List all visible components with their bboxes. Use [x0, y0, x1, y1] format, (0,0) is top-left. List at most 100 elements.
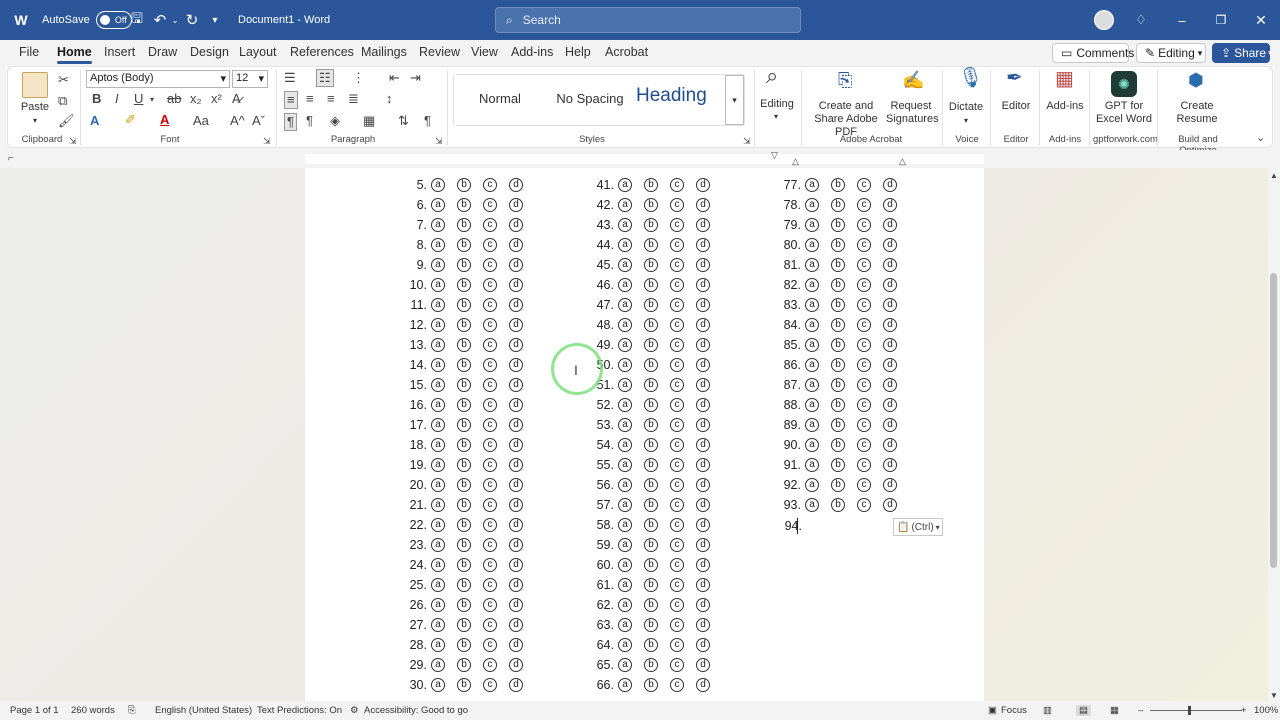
zoom-slider[interactable]	[1150, 710, 1242, 711]
answer-row[interactable]: 84. a b c d	[771, 315, 897, 335]
tab-home[interactable]: Home	[57, 45, 92, 64]
answer-row[interactable]: 83. a b c d	[771, 295, 897, 315]
comments-button[interactable]: ▭ Comments	[1052, 43, 1134, 63]
zoom-slider-thumb[interactable]	[1188, 706, 1191, 715]
answer-row[interactable]: 54. a b c d	[584, 435, 710, 455]
tab-selector-icon[interactable]: ⌐	[8, 151, 14, 167]
answer-row[interactable]: 59. a b c d	[584, 535, 710, 555]
justify-icon[interactable]: ≣	[348, 91, 359, 107]
tab-add-ins[interactable]: Add-ins	[511, 45, 553, 59]
language[interactable]: English (United States)	[155, 705, 252, 716]
answer-row[interactable]: 21. a b c d	[397, 495, 523, 515]
avatar[interactable]	[1093, 0, 1115, 40]
multilevel-list-icon[interactable]: ⋮	[352, 70, 365, 86]
customize-icon[interactable]: ▾	[209, 0, 221, 40]
shading-icon[interactable]: ◈	[330, 113, 340, 129]
change-case-icon[interactable]: Aa	[193, 113, 209, 129]
decrease-indent-icon[interactable]: ⇤	[389, 70, 400, 86]
clipboard-icon[interactable]	[22, 72, 48, 98]
bold-icon[interactable]: B	[92, 91, 101, 107]
tab-acrobat[interactable]: Acrobat	[605, 45, 648, 59]
find-icon[interactable]: ⌕	[766, 65, 778, 87]
request-signatures-button[interactable]: Request Signatures	[886, 100, 939, 126]
scroll-up-icon[interactable]: ▲	[1270, 168, 1278, 184]
align-right-icon[interactable]: ≡	[327, 91, 335, 107]
accessibility-status[interactable]: Accessibility: Good to go	[364, 705, 468, 716]
styles-dialog-launcher-icon[interactable]: ⇲	[743, 133, 751, 149]
answer-row[interactable]: 88. a b c d	[771, 395, 897, 415]
autosave-toggle[interactable]: AutoSave Off	[42, 0, 132, 40]
gpt-for-excel-word-button[interactable]: GPT for Excel Word	[1094, 100, 1154, 126]
rtl-icon[interactable]: ¶	[306, 113, 313, 129]
answer-row[interactable]: 27. a b c d	[397, 615, 523, 635]
page-count[interactable]: Page 1 of 1	[10, 705, 59, 716]
answer-row[interactable]: 45. a b c d	[584, 255, 710, 275]
answer-row[interactable]: 20. a b c d	[397, 475, 523, 495]
answer-row[interactable]: 14. a b c d	[397, 355, 523, 375]
answer-row[interactable]: 63. a b c d	[584, 615, 710, 635]
print-layout-icon[interactable]: ▤	[1076, 705, 1091, 716]
borders-icon[interactable]: ▦	[363, 113, 375, 129]
right-indent-icon[interactable]: △	[899, 153, 906, 169]
italic-icon[interactable]: I	[115, 91, 119, 107]
font-dialog-launcher-icon[interactable]: ⇲	[263, 133, 271, 149]
answer-row[interactable]: 56. a b c d	[584, 475, 710, 495]
show-formatting-icon[interactable]: ¶	[424, 113, 431, 129]
paste-options-button[interactable]: 📋 (Ctrl) ▾	[893, 518, 943, 536]
answer-row[interactable]: 28. a b c d	[397, 635, 523, 655]
answer-row[interactable]: 93. a b c d	[771, 495, 897, 515]
restore-icon[interactable]: ❐	[1214, 0, 1228, 40]
hanging-indent-icon[interactable]: △	[792, 153, 799, 169]
minimize-icon[interactable]: –	[1175, 0, 1189, 40]
add-ins-button[interactable]: Add-ins	[1044, 100, 1086, 113]
tab-design[interactable]: Design	[190, 45, 229, 59]
answer-row[interactable]: 15. a b c d	[397, 375, 523, 395]
word-count[interactable]: 260 words	[71, 705, 115, 716]
answer-row[interactable]: 91. a b c d	[771, 455, 897, 475]
answer-row[interactable]: 16. a b c d	[397, 395, 523, 415]
search-input[interactable]: ⌕ Search	[495, 7, 801, 33]
answer-row[interactable]: 42. a b c d	[584, 195, 710, 215]
answer-row[interactable]: 61. a b c d	[584, 575, 710, 595]
close-icon[interactable]: ✕	[1254, 0, 1268, 40]
answer-row[interactable]: 50. a b c d	[584, 355, 710, 375]
underline-icon[interactable]: U	[134, 91, 143, 107]
answer-row[interactable]: 65. a b c d	[584, 655, 710, 675]
answer-row[interactable]: 11. a b c d	[397, 295, 523, 315]
editing-mode-button[interactable]: ✎ Editing ▾	[1136, 43, 1206, 63]
read-mode-icon[interactable]: ▥	[1043, 705, 1052, 716]
styles-more-icon[interactable]: ▾	[725, 75, 744, 125]
answer-row[interactable]: 90. a b c d	[771, 435, 897, 455]
focus-mode[interactable]: Focus	[1001, 705, 1027, 716]
numbering-icon[interactable]: ☷	[316, 69, 334, 87]
answer-row[interactable]: 25. a b c d	[397, 575, 523, 595]
zoom-out-icon[interactable]: –	[1138, 705, 1143, 716]
request-signatures-icon[interactable]: ✍	[902, 71, 924, 89]
copy-icon[interactable]: ⧉	[58, 93, 67, 109]
answer-row[interactable]: 66. a b c d	[584, 675, 710, 695]
style-normal[interactable]: Normal	[470, 92, 530, 105]
tab-draw[interactable]: Draw	[148, 45, 177, 59]
word-icon[interactable]: W	[12, 0, 30, 40]
answer-row[interactable]: 24. a b c d	[397, 555, 523, 575]
underline-dropdown-icon[interactable]: ▾	[150, 92, 154, 108]
answer-row[interactable]: 47. a b c d	[584, 295, 710, 315]
proofing-icon[interactable]: ⎘	[128, 705, 136, 716]
ltr-icon[interactable]: ¶	[284, 113, 297, 131]
autosave-switch[interactable]: Off	[95, 11, 132, 29]
answer-row[interactable]: 22. a b c d	[397, 515, 523, 535]
answer-row[interactable]: 6. a b c d	[397, 195, 523, 215]
editor-pen-icon[interactable]: ✒	[1006, 68, 1023, 88]
zoom-in-icon[interactable]: +	[1241, 705, 1247, 716]
answer-row[interactable]: 58. a b c d	[584, 515, 710, 535]
answer-row[interactable]: 85. a b c d	[771, 335, 897, 355]
microphone-icon[interactable]: 🎙	[958, 68, 983, 88]
create-resume-icon[interactable]: ⬢	[1188, 71, 1204, 89]
answer-row[interactable]: 86. a b c d	[771, 355, 897, 375]
dictate-button[interactable]: Dictate	[946, 101, 986, 114]
sort-icon[interactable]: ⇅	[398, 113, 409, 129]
answer-row[interactable]: 51. a b c d	[584, 375, 710, 395]
align-center-icon[interactable]: ≡	[306, 91, 314, 107]
font-size-select[interactable]: 12 ▾	[232, 70, 268, 88]
undo-dropdown-icon[interactable]: ⌄	[171, 0, 179, 40]
